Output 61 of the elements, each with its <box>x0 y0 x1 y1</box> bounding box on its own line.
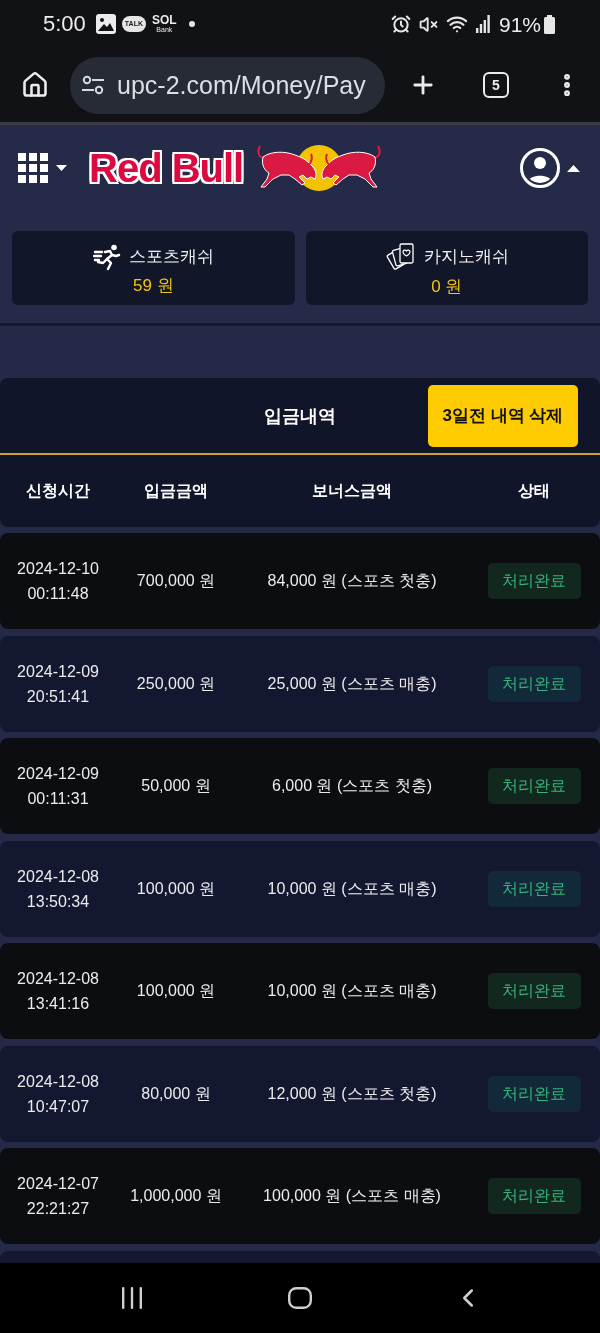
table-cell: 50,000 원 <box>141 778 211 794</box>
caret-down-icon[interactable] <box>56 165 67 171</box>
user-avatar-icon[interactable] <box>520 148 560 188</box>
charging-bulls-logo-icon <box>255 143 384 193</box>
status-badge: 처리완료 <box>487 973 581 1009</box>
table-cell: 10,000 원 (스포츠 매충) <box>267 983 437 999</box>
table-cell: 12,000 원 (스포츠 첫충) <box>267 1085 437 1102</box>
status-badge: 처리완료 <box>487 563 581 599</box>
wallet-balance: 0 원 <box>431 277 463 295</box>
caret-up-icon[interactable] <box>567 164 580 172</box>
mute-icon <box>418 14 438 34</box>
delete-history-button[interactable]: 3일전 내역 삭제 <box>428 384 578 447</box>
table-cell-text: 2024-12-09 00:11:31 <box>16 764 100 809</box>
site-settings-icon[interactable] <box>82 75 104 95</box>
table-cell-text: 2024-12-07 22:21:27 <box>16 1174 100 1219</box>
table-cell-text: 2024-12-08 10:47:07 <box>16 1071 100 1117</box>
running-person-icon <box>92 242 121 271</box>
table-cell-text: 2024-12-09 20:51:41 <box>16 661 100 707</box>
gallery-icon <box>95 14 116 34</box>
signal-icon <box>475 15 490 33</box>
status-badge: 처리완료 <box>487 870 581 907</box>
bank-app-name: SOL <box>152 14 177 26</box>
table-cell: 700,000 원 <box>136 573 216 589</box>
status-badge: 처리완료 <box>487 665 581 702</box>
table-cell: 6,000 원 (스포츠 첫충) <box>272 778 432 794</box>
wallet-balance: 59 원 <box>132 276 174 294</box>
recent-apps-icon[interactable] <box>121 1287 143 1309</box>
battery-icon <box>544 14 555 34</box>
column-header: 신청시간 <box>26 483 90 499</box>
table-cell: 250,000 원 <box>136 675 216 692</box>
wallet-label: 스포츠캐쉬 <box>128 248 214 265</box>
wallet-label: 카지노캐쉬 <box>424 248 510 265</box>
home-icon[interactable] <box>21 71 49 99</box>
notification-dot-icon <box>188 21 195 27</box>
table-cell: 100,000 원 <box>136 983 216 999</box>
clock-time: 5:00 <box>43 13 86 35</box>
status-badge: 처리완료 <box>487 768 581 804</box>
home-icon[interactable] <box>288 1287 312 1309</box>
url-text: upc-2.com/Money/Pay <box>117 72 366 98</box>
grid-menu-icon[interactable] <box>18 153 48 183</box>
playing-cards-icon <box>384 241 417 272</box>
table-cell: 10,000 원 (스포츠 매충) <box>267 880 437 897</box>
column-header: 보너스금액 <box>312 483 392 499</box>
column-header: 상태 <box>518 483 550 499</box>
status-badge: 처리완료 <box>487 1178 581 1214</box>
table-cell: 1,000,000 원 <box>130 1188 222 1204</box>
status-badge: 처리완료 <box>487 1075 581 1112</box>
table-cell-text: 2024-12-10 00:11:48 <box>16 559 100 604</box>
table-cell: 25,000 원 (스포츠 매충) <box>267 675 437 692</box>
address-field[interactable]: upc-2.com/Money/Pay <box>70 56 385 114</box>
table-cell: 80,000 원 <box>141 1085 211 1102</box>
tab-count-button[interactable]: 5 <box>483 72 509 98</box>
alarm-clock-icon <box>390 14 411 34</box>
table-cell-text: 2024-12-08 13:41:16 <box>16 969 100 1014</box>
panel-title: 입금내역 <box>264 406 336 425</box>
table-cell-text: 2024-12-08 13:50:34 <box>16 866 100 912</box>
table-cell: 84,000 원 (스포츠 첫충) <box>267 573 437 589</box>
battery-percentage: 91% <box>498 13 541 35</box>
table-cell: 100,000 원 <box>136 880 216 897</box>
table-cell: 100,000 원 (스포츠 매충) <box>263 1188 441 1204</box>
column-header: 입금금액 <box>144 483 208 499</box>
